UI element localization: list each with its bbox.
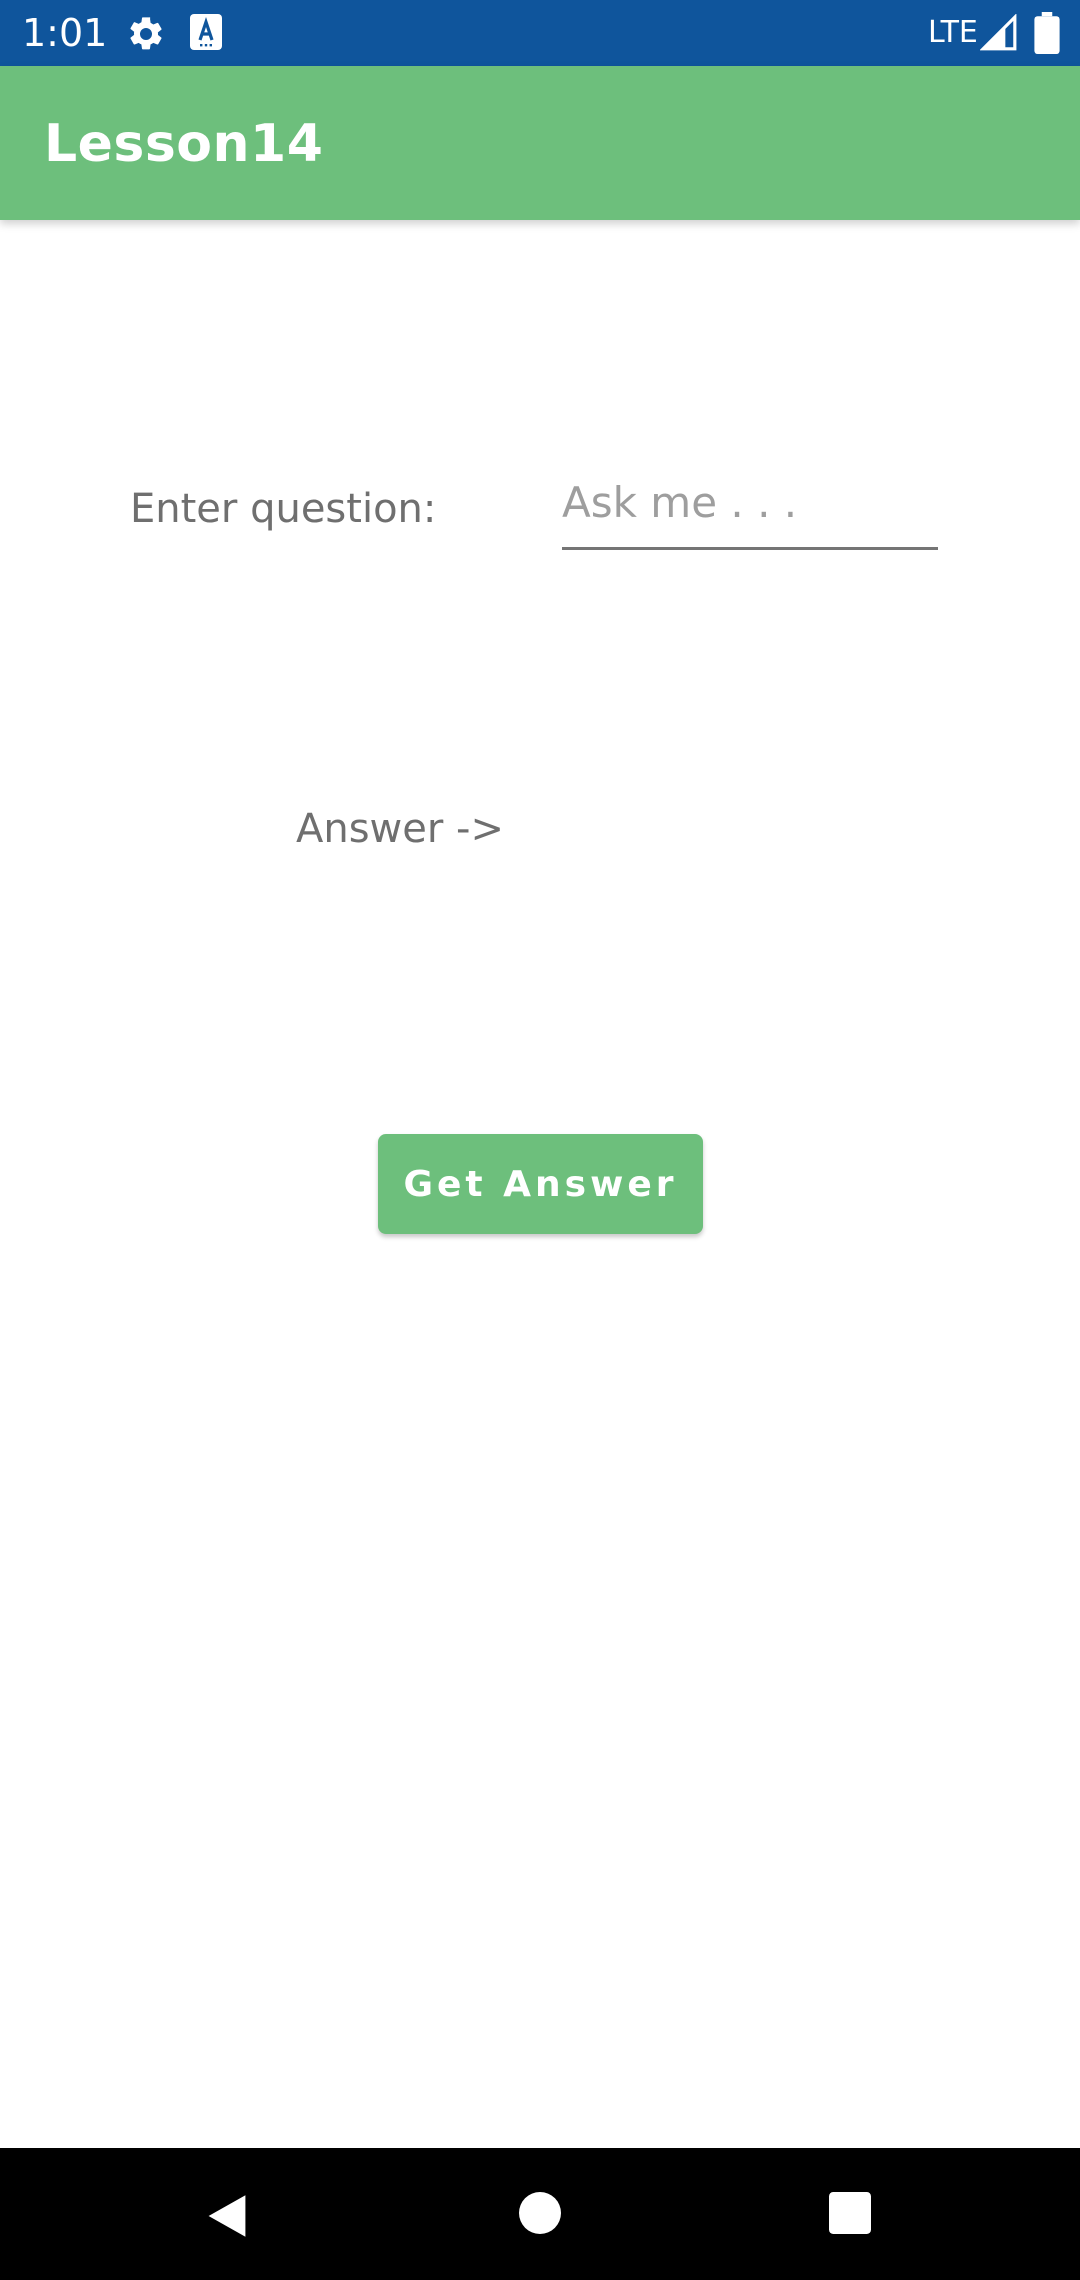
accessibility-a-icon [190,14,222,50]
app-bar: Lesson14 [0,66,1080,220]
status-time: 1:01 [22,11,108,55]
question-label: Enter question: [130,486,437,532]
network-type-label: LTE [928,15,978,50]
gear-icon [130,17,162,50]
answer-label: Answer -> [296,806,504,852]
home-icon[interactable] [519,2192,561,2234]
back-icon[interactable] [204,2192,250,2240]
question-input[interactable] [562,470,938,550]
navigation-bar [0,2148,1080,2280]
status-bar: 1:01 LTE [0,0,1080,66]
recents-icon[interactable] [828,2192,872,2234]
screen: 1:01 LTE Lesson14 Enter question: Answer… [0,0,1080,2280]
signal-icon [980,14,1017,51]
app-title: Lesson14 [44,114,324,174]
get-answer-button[interactable]: Get Answer [378,1134,703,1234]
battery-icon [1034,12,1060,54]
